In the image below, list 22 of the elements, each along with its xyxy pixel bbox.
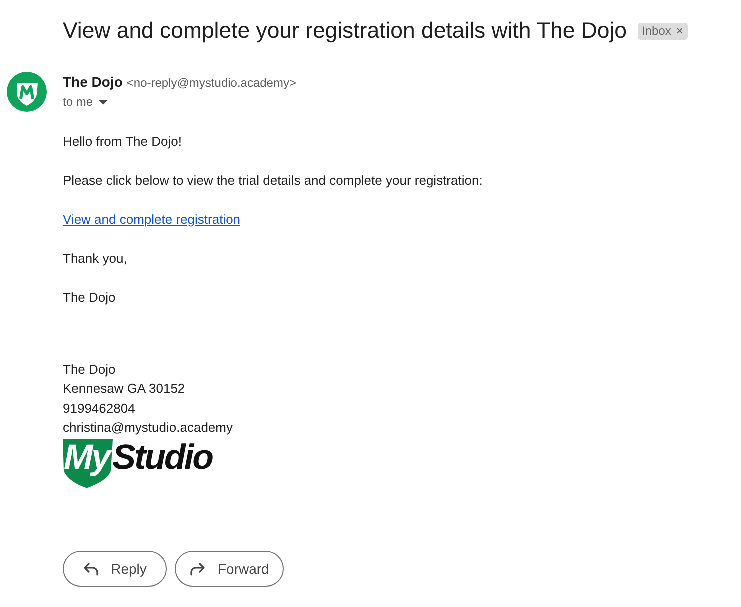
body-paragraph: The Dojo bbox=[63, 289, 116, 307]
signature-line: The Dojo bbox=[63, 361, 116, 379]
dropdown-caret-icon[interactable] bbox=[99, 100, 108, 105]
reply-arrow-icon bbox=[83, 562, 100, 576]
shield-logo-text: MyStudio bbox=[63, 439, 218, 488]
forward-arrow-icon bbox=[190, 562, 206, 576]
remove-label-button[interactable]: × bbox=[676, 23, 684, 40]
forward-button[interactable]: Forward bbox=[175, 551, 284, 588]
sender-avatar-icon bbox=[7, 72, 47, 112]
body-paragraph: Thank you, bbox=[63, 250, 128, 268]
signature-line: christina@mystudio.academy bbox=[63, 418, 233, 437]
sender-email: <no-reply@mystudio.academy> bbox=[126, 75, 296, 92]
reply-button[interactable]: Reply bbox=[63, 551, 167, 588]
label-text: Inbox bbox=[642, 23, 672, 40]
body-paragraph: Please click below to view the trial details and complete your registration: bbox=[63, 172, 483, 190]
recipient-text: to me bbox=[63, 95, 94, 109]
signature-line: 9199462804 bbox=[63, 400, 136, 418]
email-subject: View and complete your registration details with The Dojo bbox=[63, 17, 628, 45]
body-paragraph: Hello from The Dojo! bbox=[63, 133, 182, 151]
registration-link[interactable]: View and complete registration bbox=[63, 212, 241, 227]
signature-line: Kennesaw GA 30152 bbox=[63, 380, 186, 398]
sender-name: The Dojo bbox=[63, 73, 123, 92]
